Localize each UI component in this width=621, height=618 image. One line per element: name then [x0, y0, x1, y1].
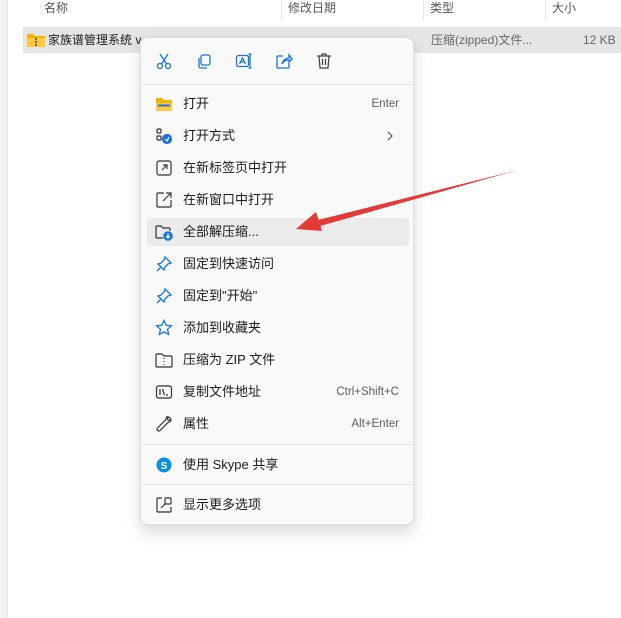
pin-icon: [155, 287, 173, 305]
menu-item-label: 在新标签页中打开: [183, 160, 288, 175]
menu-item-properties[interactable]: 属性 Alt+Enter: [147, 410, 409, 438]
chevron-right-icon: [387, 131, 393, 141]
star-icon: [155, 319, 173, 337]
zip-folder-icon: [27, 34, 45, 47]
menu-divider: [141, 84, 413, 85]
menu-item-pin-quick-access[interactable]: 固定到快速访问: [147, 250, 409, 278]
menu-item-label: 固定到"开始": [183, 288, 258, 303]
menu-item-label: 全部解压缩...: [183, 224, 259, 239]
menu-item-label: 显示更多选项: [183, 497, 262, 512]
menu-item-label: 添加到收藏夹: [183, 320, 262, 335]
cut-icon[interactable]: [149, 48, 179, 74]
menu-item-label: 复制文件地址: [183, 384, 262, 399]
menu-item-label: 属性: [183, 416, 210, 431]
column-name[interactable]: 名称: [38, 0, 68, 20]
menu-item-label: 压缩为 ZIP 文件: [183, 352, 276, 367]
menu-divider: [141, 444, 413, 445]
new-window-icon: [155, 191, 173, 209]
copy-path-icon: [155, 383, 173, 401]
menu-item-share-skype[interactable]: S 使用 Skype 共享: [147, 451, 409, 479]
column-type[interactable]: 类型: [424, 0, 454, 20]
menu-item-label: 打开方式: [183, 128, 236, 143]
folder-icon: [155, 95, 173, 113]
menu-item-shortcut: Alt+Enter: [351, 418, 399, 430]
menu-item-extract-all[interactable]: 全部解压缩...: [147, 218, 409, 246]
menu-item-add-favorites[interactable]: 添加到收藏夹: [147, 314, 409, 342]
menu-item-open-with[interactable]: 打开方式: [147, 122, 409, 150]
menu-item-shortcut: Ctrl+Shift+C: [336, 386, 399, 398]
delete-icon[interactable]: [309, 48, 339, 74]
menu-item-open-new-window[interactable]: 在新窗口中打开: [147, 186, 409, 214]
more-options-icon: [155, 496, 173, 514]
share-icon[interactable]: [269, 48, 299, 74]
menu-item-compress-zip[interactable]: 压缩为 ZIP 文件: [147, 346, 409, 374]
menu-divider: [141, 484, 413, 485]
file-type: 压缩(zipped)文件...: [431, 33, 533, 47]
skype-icon: S: [155, 456, 173, 474]
new-tab-icon: [155, 159, 173, 177]
pin-icon: [155, 255, 173, 273]
wrench-icon: [155, 415, 173, 433]
menu-item-label: 在新窗口中打开: [183, 192, 275, 207]
menu-item-show-more-options[interactable]: 显示更多选项: [147, 491, 409, 519]
open-with-icon: [155, 127, 173, 145]
extract-icon: [155, 223, 173, 241]
rename-icon[interactable]: [229, 48, 259, 74]
column-header: 名称 修改日期 类型 大小: [8, 0, 621, 20]
svg-text:S: S: [161, 461, 168, 472]
navigation-pane-edge: [0, 0, 8, 618]
menu-item-copy-path[interactable]: 复制文件地址 Ctrl+Shift+C: [147, 378, 409, 406]
menu-item-label: 固定到快速访问: [183, 256, 275, 271]
context-menu: 打开 Enter 打开方式 在新标签页中打开 在新窗口中打开 全部解压缩... …: [140, 37, 414, 525]
menu-item-open-new-tab[interactable]: 在新标签页中打开: [147, 154, 409, 182]
menu-item-label: 使用 Skype 共享: [183, 457, 279, 472]
menu-item-label: 打开: [183, 96, 210, 111]
column-modified[interactable]: 修改日期: [282, 0, 336, 20]
menu-item-pin-start[interactable]: 固定到"开始": [147, 282, 409, 310]
copy-icon[interactable]: [189, 48, 219, 74]
column-size[interactable]: 大小: [546, 0, 576, 20]
file-size: 12 KB: [583, 33, 616, 47]
zip-icon: [155, 351, 173, 369]
menu-item-shortcut: Enter: [371, 98, 400, 110]
menu-item-open[interactable]: 打开 Enter: [147, 90, 409, 118]
